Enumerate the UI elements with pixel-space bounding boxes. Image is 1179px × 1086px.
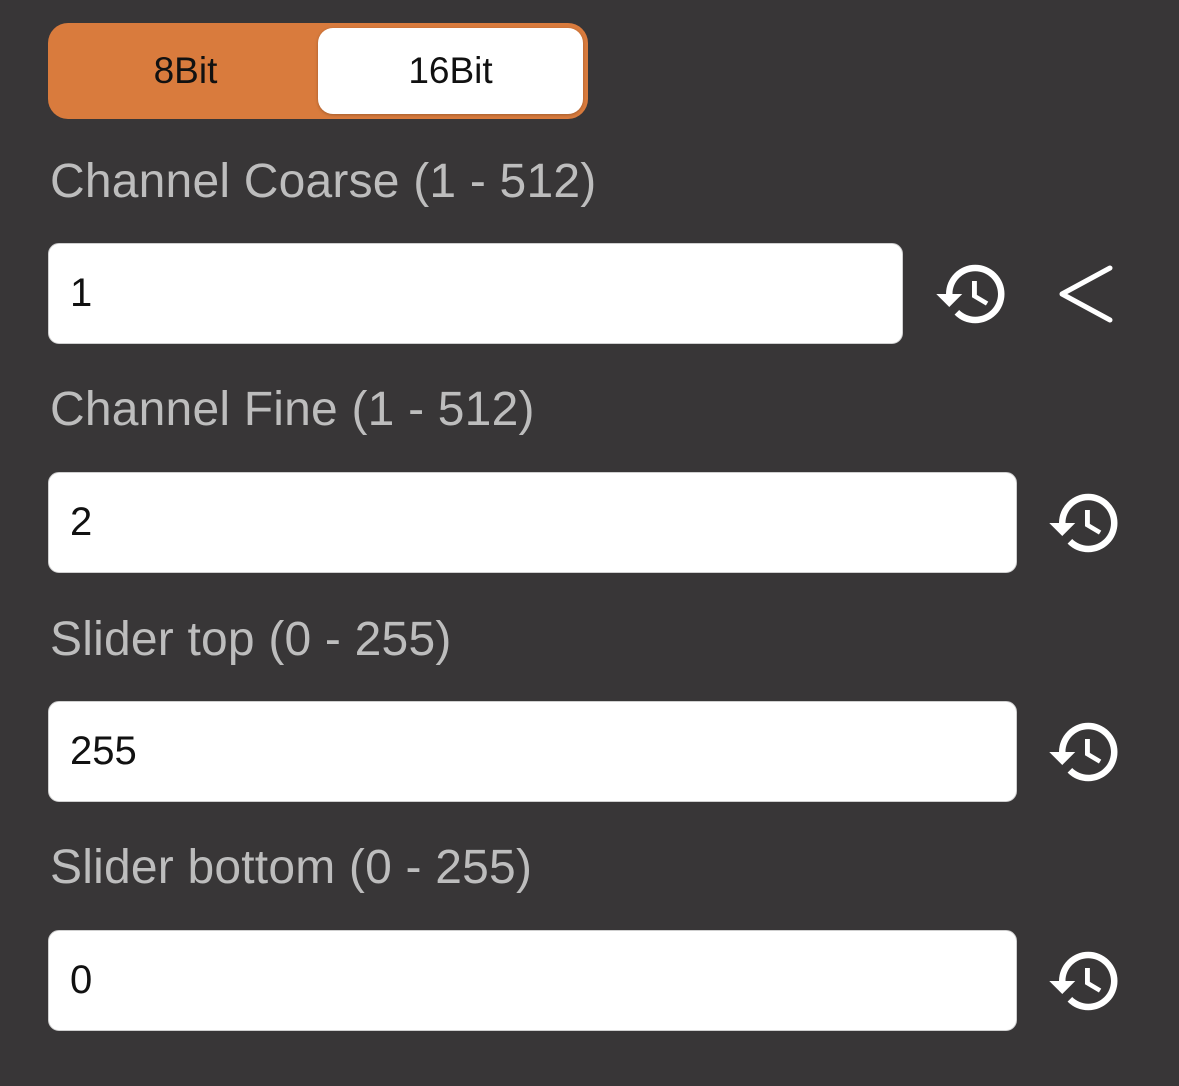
channel-coarse-label: Channel Coarse (1 - 512) [50,155,597,208]
slider-top-label: Slider top (0 - 255) [50,613,452,666]
segment-16bit[interactable]: 16Bit [318,28,583,114]
channel-fine-label: Channel Fine (1 - 512) [50,383,535,436]
segment-8bit[interactable]: 8Bit [53,28,318,114]
history-icon [1049,493,1118,553]
history-icon [936,264,1005,324]
slider-top-history-button[interactable] [1045,712,1125,792]
slider-bottom-history-button[interactable] [1045,941,1125,1021]
channel-fine-field[interactable] [48,472,1017,573]
slider-bottom-label: Slider bottom (0 - 255) [50,841,533,894]
channel-coarse-input[interactable] [70,271,902,316]
slider-bottom-input[interactable] [70,958,1016,1003]
history-icon [1049,722,1118,782]
channel-coarse-history-button[interactable] [932,254,1012,334]
channel-coarse-field[interactable] [48,243,903,344]
chevron-left-icon [1059,265,1113,323]
channel-fine-history-button[interactable] [1045,483,1125,563]
collapse-button[interactable] [1049,254,1119,334]
bit-mode-segmented-control: 8Bit 16Bit [48,23,588,119]
dmx-channel-settings: 8Bit 16Bit Channel Coarse (1 - 512) Chan… [0,0,1179,1086]
slider-top-input[interactable] [70,729,1016,774]
channel-fine-input[interactable] [70,500,1016,545]
slider-top-field[interactable] [48,701,1017,802]
slider-bottom-field[interactable] [48,930,1017,1031]
history-icon [1049,951,1118,1011]
